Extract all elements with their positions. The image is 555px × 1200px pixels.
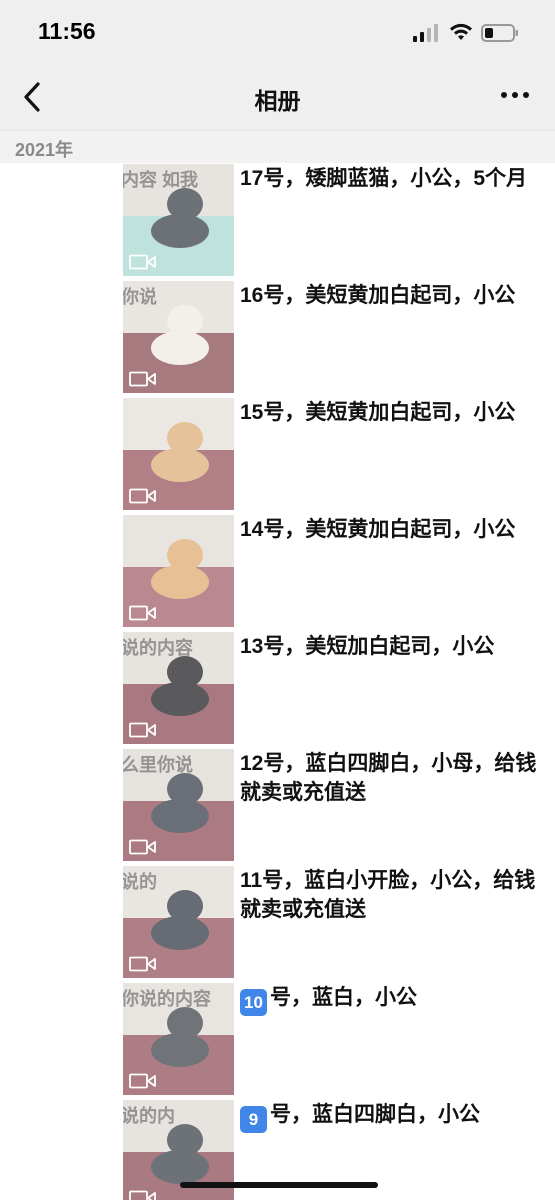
video-camera-icon [129, 605, 156, 621]
video-camera-icon [129, 371, 156, 387]
item-caption: 15号，美短黄加白起司，小公 [240, 398, 540, 427]
kitten-head [167, 890, 203, 922]
status-bar: 11:56 [0, 0, 555, 64]
kitten-head [167, 1124, 203, 1156]
video-thumbnail[interactable] [123, 398, 234, 510]
album-item[interactable]: 么里你说 12号，蓝白四脚白，小母，给钱就卖或充值送 [123, 749, 543, 861]
item-caption: 13号，美短加白起司，小公 [240, 632, 540, 661]
year-label: 2021年 [15, 140, 74, 160]
album-item[interactable]: 说的 11号，蓝白小开脸，小公，给钱就卖或充值送 [123, 866, 543, 978]
kitten-head [167, 773, 203, 805]
caption-text: 号，蓝白，小公 [270, 986, 417, 1009]
item-caption: 11号，蓝白小开脸，小公，给钱就卖或充值送 [240, 866, 540, 924]
video-thumbnail[interactable]: 说的内容 [123, 632, 234, 744]
status-icons [413, 22, 533, 44]
more-options-icon[interactable] [497, 82, 533, 108]
thumbnail-wall-text: 你说的内容 [123, 989, 211, 1009]
signal-icon [413, 24, 438, 42]
caption-text: 14号，美短黄加白起司，小公 [240, 518, 516, 541]
thumbnail-wall-text: 说的 [123, 872, 157, 892]
video-thumbnail[interactable]: 说的 [123, 866, 234, 978]
album-list[interactable]: 内容 如我 17号，矮脚蓝猫，小公，5个月你说 16号，美短黄加白起司，小公 15号，… [0, 162, 555, 1200]
video-thumbnail[interactable] [123, 515, 234, 627]
item-caption: 14号，美短黄加白起司，小公 [240, 515, 540, 544]
caption-text: 17号，矮脚蓝猫，小公，5个月 [240, 167, 528, 190]
caption-text: 15号，美短黄加白起司，小公 [240, 401, 516, 424]
album-page: 11:56 相册 2021年 内容 如我 17号，矮脚蓝猫，小公，5个月 你说 … [0, 0, 555, 1200]
album-item[interactable]: 内容 如我 17号，矮脚蓝猫，小公，5个月 [123, 164, 543, 276]
kitten-head [167, 539, 203, 571]
caption-text: 13号，美短加白起司，小公 [240, 635, 495, 658]
number-badge: 10 [240, 989, 267, 1016]
page-title: 相册 [254, 88, 301, 114]
album-item[interactable]: 说的内容 13号，美短加白起司，小公 [123, 632, 543, 744]
item-caption: 17号，矮脚蓝猫，小公，5个月 [240, 164, 540, 193]
item-caption: 9 号，蓝白四脚白，小公 [240, 1100, 540, 1133]
thumbnail-wall-text: 你说 [123, 287, 157, 307]
home-indicator [180, 1182, 378, 1188]
video-camera-icon [129, 722, 156, 738]
caption-text: 11号，蓝白小开脸，小公，给钱就卖或充值送 [240, 869, 536, 921]
kitten-head [167, 1007, 203, 1039]
battery-icon [481, 24, 518, 42]
album-item[interactable]: 14号，美短黄加白起司，小公 [123, 515, 543, 627]
item-caption: 12号，蓝白四脚白，小母，给钱就卖或充值送 [240, 749, 540, 807]
number-badge: 9 [240, 1106, 267, 1133]
album-item[interactable]: 你说的内容 10 号，蓝白，小公 [123, 983, 543, 1095]
video-camera-icon [129, 1073, 156, 1089]
year-section-header: 2021年 [0, 130, 555, 163]
status-time: 11:56 [38, 18, 96, 44]
video-camera-icon [129, 839, 156, 855]
kitten-head [167, 656, 203, 688]
album-item[interactable]: 你说 16号，美短黄加白起司，小公 [123, 281, 543, 393]
item-caption: 16号，美短黄加白起司，小公 [240, 281, 540, 310]
caption-text: 号，蓝白四脚白，小公 [270, 1103, 480, 1126]
kitten-head [167, 422, 203, 454]
kitten-head [167, 305, 203, 337]
item-caption: 10 号，蓝白，小公 [240, 983, 540, 1016]
video-camera-icon [129, 1190, 156, 1200]
caption-text: 12号，蓝白四脚白，小母，给钱就卖或充值送 [240, 752, 537, 804]
album-item[interactable]: 15号，美短黄加白起司，小公 [123, 398, 543, 510]
video-camera-icon [129, 254, 156, 270]
video-thumbnail[interactable]: 你说的内容 [123, 983, 234, 1095]
video-thumbnail[interactable]: 内容 如我 [123, 164, 234, 276]
caption-text: 16号，美短黄加白起司，小公 [240, 284, 516, 307]
wifi-icon [450, 23, 472, 40]
nav-bar: 相册 [0, 64, 555, 130]
thumbnail-wall-text: 说的内 [123, 1106, 175, 1126]
video-camera-icon [129, 488, 156, 504]
video-camera-icon [129, 956, 156, 972]
kitten-head [167, 188, 203, 220]
video-thumbnail[interactable]: 你说 [123, 281, 234, 393]
video-thumbnail[interactable]: 么里你说 [123, 749, 234, 861]
